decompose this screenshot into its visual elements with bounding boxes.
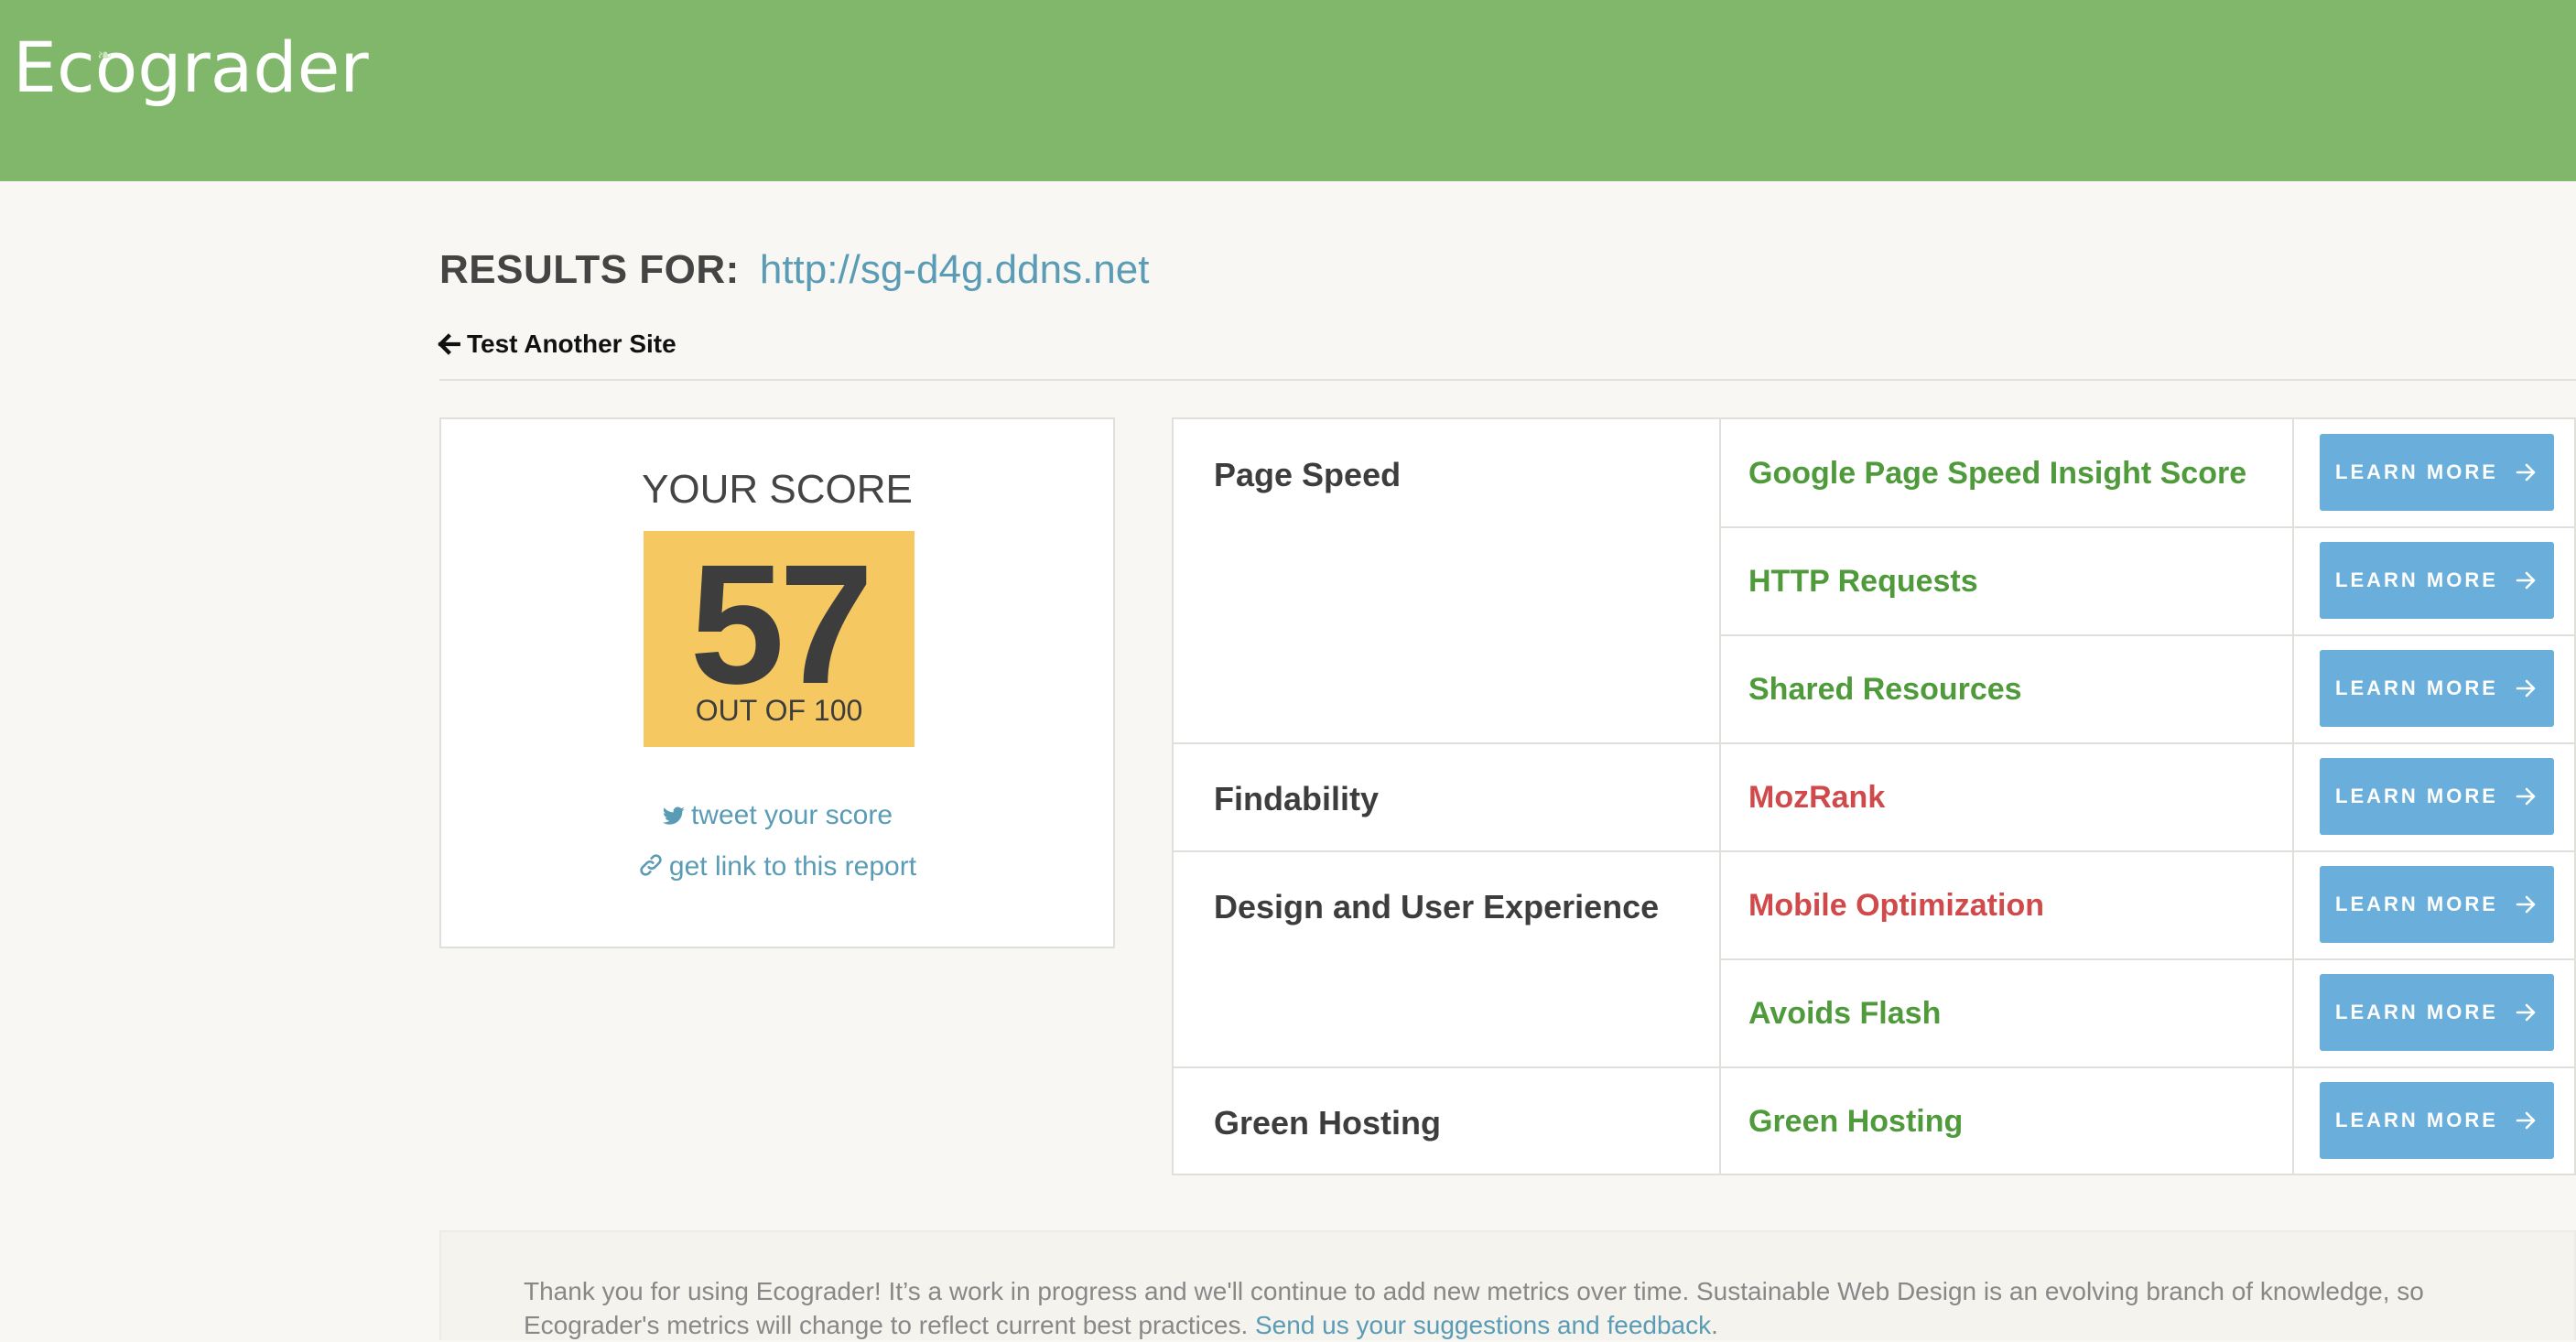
footer-text: Thank you for using Ecograder! It’s a wo…: [524, 1274, 2538, 1342]
report-link[interactable]: get link to this report: [441, 851, 1113, 882]
learn-more-button[interactable]: LEARN MORE: [2320, 974, 2554, 1051]
learn-more-label: LEARN MORE: [2335, 893, 2498, 915]
arrow-right-icon: [2516, 895, 2536, 914]
column-divider: [1719, 419, 1721, 1175]
learn-more-label: LEARN MORE: [2335, 568, 2498, 591]
learn-more-button[interactable]: LEARN MORE: [2320, 1082, 2554, 1159]
score-badge: 57 OUT OF 100: [644, 531, 915, 747]
score-value: 57: [689, 530, 874, 720]
test-another-site-link[interactable]: Test Another Site: [438, 330, 676, 359]
score-title: YOUR SCORE: [642, 467, 913, 512]
metric-label[interactable]: Green Hosting: [1748, 1104, 1963, 1140]
results-url-link[interactable]: http://sg-d4g.ddns.net: [760, 247, 1150, 293]
logo-text: Ecograder: [13, 27, 369, 108]
learn-more-label: LEARN MORE: [2335, 1001, 2498, 1023]
learn-more-label: LEARN MORE: [2335, 785, 2498, 807]
learn-more-button[interactable]: LEARN MORE: [2320, 650, 2554, 727]
row-divider: [1719, 958, 2576, 960]
row-divider: [1719, 634, 2576, 636]
learn-more-button[interactable]: LEARN MORE: [2320, 542, 2554, 619]
arrow-right-icon: [2516, 571, 2536, 590]
category-label: Page Speed: [1214, 456, 1402, 493]
metric-label[interactable]: HTTP Requests: [1748, 564, 1978, 600]
tweet-score-label: tweet your score: [690, 800, 893, 830]
category-label: Green Hosting: [1214, 1104, 1442, 1142]
arrow-right-icon: [2516, 1003, 2536, 1022]
arrow-right-icon: [2516, 679, 2536, 698]
row-divider: [1719, 526, 2576, 528]
report-link-label: get link to this report: [668, 851, 917, 882]
arrow-right-icon: [2516, 1111, 2536, 1130]
metric-label[interactable]: Google Page Speed Insight Score: [1748, 456, 2246, 492]
site-header: Ecograder ❧: [0, 0, 2576, 181]
metric-label[interactable]: Avoids Flash: [1748, 996, 1941, 1032]
arrow-left-icon: [438, 333, 460, 355]
score-out-of: OUT OF 100: [695, 694, 863, 727]
tweet-score-link[interactable]: tweet your score: [441, 800, 1113, 831]
test-another-site-label: Test Another Site: [467, 330, 676, 358]
results-heading: RESULTS FOR: http://sg-d4g.ddns.net: [439, 247, 1149, 293]
feedback-link[interactable]: Send us your suggestions and feedback: [1255, 1311, 1711, 1339]
ecograder-logo[interactable]: Ecograder ❧: [13, 33, 369, 103]
learn-more-label: LEARN MORE: [2335, 676, 2498, 699]
metric-label[interactable]: Shared Resources: [1748, 672, 2022, 708]
category-label: Findability: [1214, 780, 1379, 817]
learn-more-button[interactable]: LEARN MORE: [2320, 758, 2554, 835]
score-panel: YOUR SCORE 57 OUT OF 100 tweet your scor…: [439, 417, 1115, 948]
divider: [439, 379, 2576, 381]
row-divider: [1174, 742, 2576, 744]
twitter-icon: [662, 806, 685, 825]
footer-end: .: [1711, 1311, 1718, 1339]
learn-more-label: LEARN MORE: [2335, 1109, 2498, 1131]
metric-label[interactable]: Mobile Optimization: [1748, 888, 2044, 924]
results-label: RESULTS FOR:: [439, 247, 740, 292]
column-divider: [2292, 419, 2294, 1175]
category-label: Design and User Experience: [1214, 888, 1660, 925]
learn-more-button[interactable]: LEARN MORE: [2320, 434, 2554, 511]
metrics-table: Page Speed Google Page Speed Insight Scor…: [1172, 417, 2576, 1175]
learn-more-button[interactable]: LEARN MORE: [2320, 866, 2554, 943]
row-divider: [1174, 850, 2576, 852]
metric-label[interactable]: MozRank: [1748, 780, 1885, 816]
learn-more-label: LEARN MORE: [2335, 460, 2498, 483]
arrow-right-icon: [2516, 787, 2536, 806]
arrow-right-icon: [2516, 463, 2536, 482]
footer-note: Thank you for using Ecograder! It’s a wo…: [439, 1230, 2576, 1340]
leaf-icon: ❧: [97, 44, 113, 66]
row-divider: [1174, 1066, 2576, 1068]
link-icon: [640, 854, 662, 876]
